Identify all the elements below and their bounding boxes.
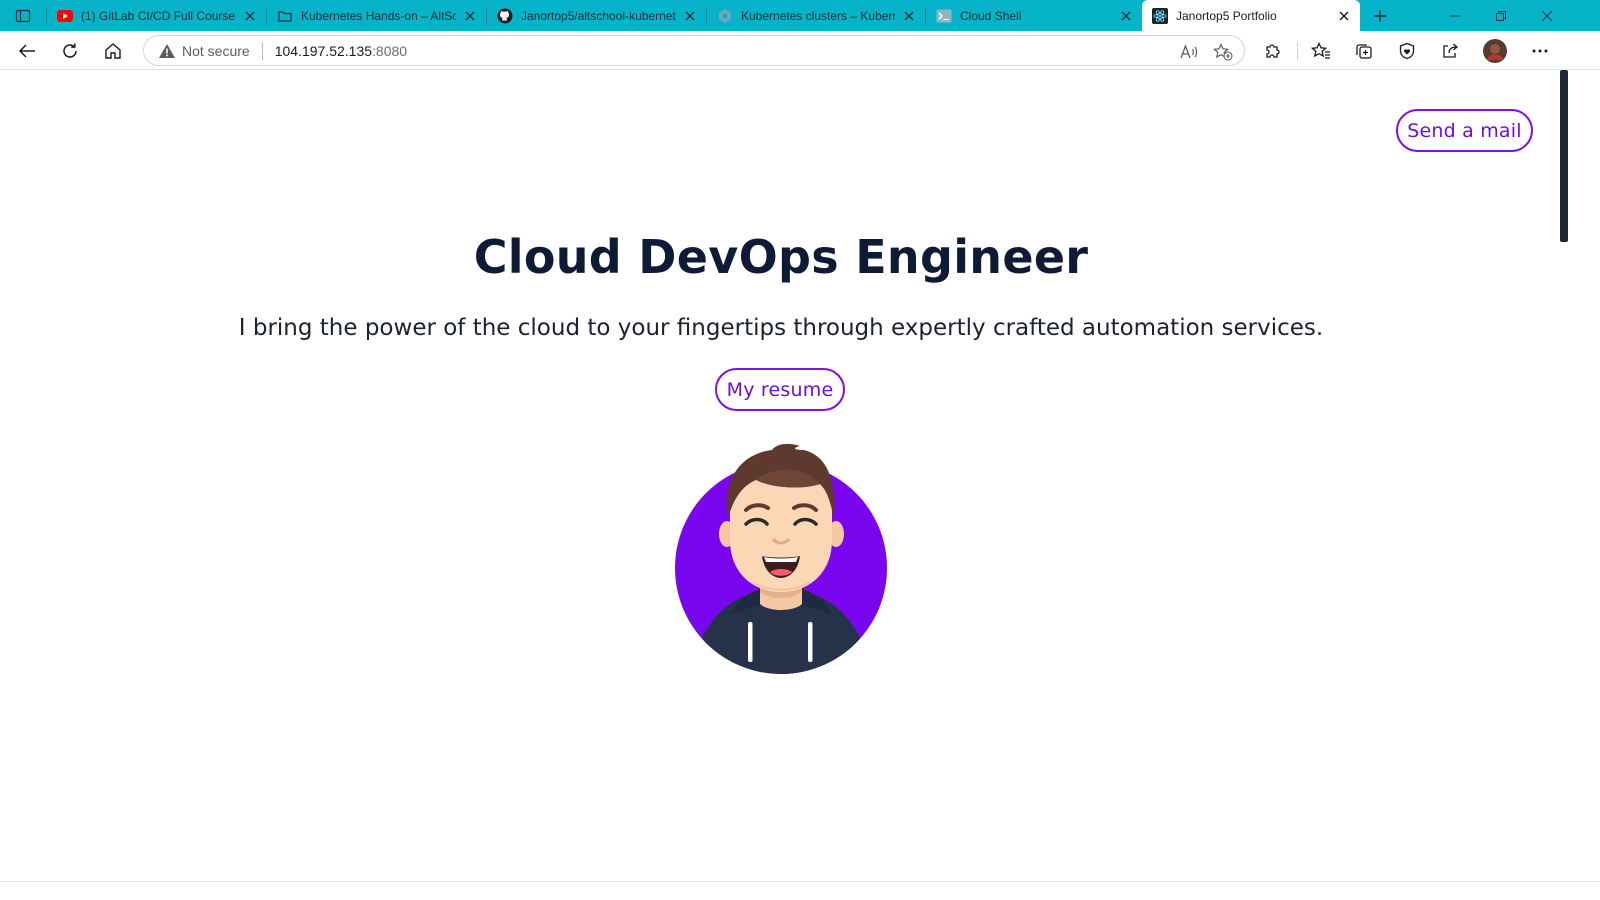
collections-icon	[1356, 44, 1372, 59]
developer-avatar-illustration	[675, 443, 887, 674]
favorites-button[interactable]	[1305, 35, 1337, 67]
tab-close-button[interactable]	[460, 6, 480, 26]
extensions-button[interactable]	[1257, 35, 1289, 67]
close-icon	[1542, 10, 1552, 21]
tab-actions-icon	[15, 9, 31, 22]
back-button[interactable]	[11, 35, 43, 67]
read-aloud-button[interactable]	[1178, 41, 1200, 63]
portfolio-page: Send a mail Cloud DevOps Engineer I brin…	[0, 70, 1562, 882]
tab-title: (1) GitLab CI/CD Full Course r	[81, 8, 236, 23]
tab-kubernetes-hands-on[interactable]: Kubernetes Hands-on – AltSc	[267, 0, 486, 31]
read-aloud-icon	[1180, 44, 1198, 59]
close-icon	[245, 11, 255, 20]
tab-close-button[interactable]	[1334, 6, 1354, 26]
tab-title: Janortop5/altschool-kubernet	[521, 8, 676, 23]
share-icon	[1443, 43, 1458, 58]
settings-more-button[interactable]	[1524, 35, 1556, 67]
page-title: Cloud DevOps Engineer	[473, 230, 1089, 284]
close-icon	[685, 11, 695, 20]
avatar	[1483, 39, 1507, 63]
collections-button[interactable]	[1348, 35, 1380, 67]
github-icon	[497, 8, 513, 24]
browser-toolbar: Not secure 104.197.52.135 :8080	[0, 31, 1600, 70]
tab-github-repo[interactable]: Janortop5/altschool-kubernet	[487, 0, 706, 31]
share-button[interactable]	[1434, 35, 1466, 67]
bottom-area	[0, 882, 1600, 900]
star-add-icon	[1213, 43, 1233, 61]
page-scrollbar-thumb[interactable]	[1560, 70, 1568, 242]
profile-button[interactable]	[1479, 35, 1511, 67]
cloud-shell-icon	[936, 8, 952, 24]
puzzle-icon	[1266, 44, 1280, 58]
refresh-button[interactable]	[54, 35, 86, 67]
plus-icon	[1374, 10, 1386, 22]
tab-portfolio[interactable]: Janortop5 Portfolio	[1142, 0, 1360, 31]
tab-close-button[interactable]	[899, 6, 919, 26]
tab-gitlab-course[interactable]: (1) GitLab CI/CD Full Course r	[47, 0, 266, 31]
tab-kubernetes-clusters[interactable]: Kubernetes clusters – Kubern	[707, 0, 925, 31]
page-tagline: I bring the power of the cloud to your f…	[238, 315, 1324, 341]
window-close-button[interactable]	[1524, 0, 1570, 31]
react-icon	[1152, 7, 1168, 24]
minimize-icon	[1450, 15, 1460, 16]
close-icon	[465, 11, 475, 20]
restore-button[interactable]	[1478, 0, 1524, 31]
restore-icon	[1496, 10, 1506, 21]
tab-actions-button[interactable]	[0, 0, 46, 31]
minimize-button[interactable]	[1432, 0, 1478, 31]
folder-icon	[277, 8, 293, 24]
address-bar[interactable]: Not secure 104.197.52.135 :8080	[143, 35, 1245, 66]
arrow-left-icon	[18, 44, 35, 58]
refresh-icon	[63, 43, 77, 58]
new-tab-button[interactable]	[1367, 3, 1393, 29]
tab-title: Kubernetes clusters – Kubern	[741, 8, 895, 23]
home-icon	[105, 43, 121, 59]
tab-strip: (1) GitLab CI/CD Full Course r Kubernete…	[0, 0, 1600, 31]
resume-button[interactable]: My resume	[715, 368, 845, 411]
home-button[interactable]	[97, 35, 129, 67]
tab-close-button[interactable]	[1116, 6, 1136, 26]
gke-icon	[717, 8, 733, 24]
youtube-icon	[57, 8, 73, 24]
tab-title: Cloud Shell	[960, 8, 1022, 23]
browser-essentials-button[interactable]	[1391, 35, 1423, 67]
add-favorite-button[interactable]	[1212, 41, 1234, 63]
tab-close-button[interactable]	[680, 6, 700, 26]
tab-title: Kubernetes Hands-on – AltSc	[301, 8, 456, 23]
close-icon	[1339, 11, 1349, 20]
security-status[interactable]: Not secure	[182, 43, 250, 59]
tab-title: Janortop5 Portfolio	[1176, 8, 1277, 23]
tab-close-button[interactable]	[240, 6, 260, 26]
warning-icon	[158, 42, 176, 60]
close-icon	[904, 11, 914, 20]
tab-cloud-shell[interactable]: Cloud Shell	[926, 0, 1142, 31]
ellipsis-icon	[1532, 49, 1548, 53]
favorites-icon	[1311, 42, 1330, 59]
shield-heart-icon	[1399, 42, 1415, 60]
url-host: 104.197.52.135	[274, 42, 373, 59]
close-icon	[1121, 11, 1131, 20]
toolbar-divider	[1297, 42, 1298, 60]
address-divider	[261, 41, 263, 60]
url-port: :8080	[372, 42, 408, 59]
send-mail-button[interactable]: Send a mail	[1396, 109, 1533, 152]
